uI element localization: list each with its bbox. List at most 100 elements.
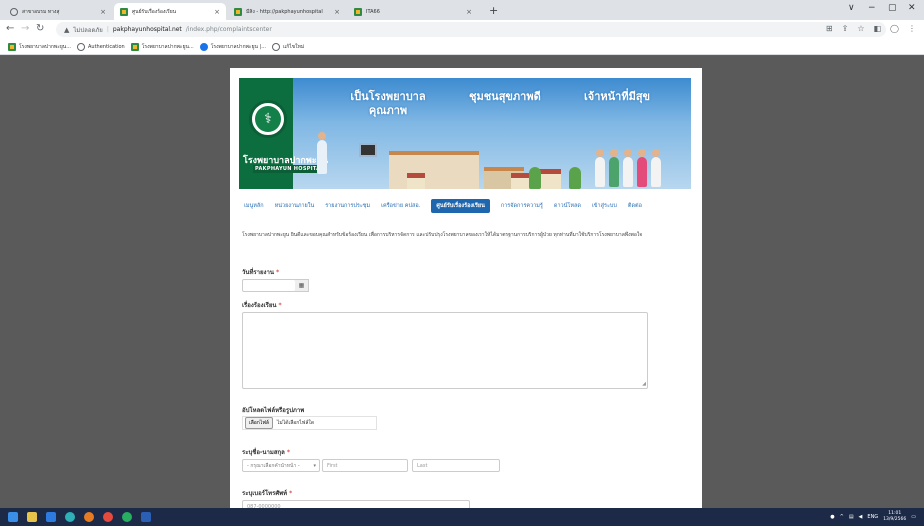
menu-item-knowledge[interactable]: การจัดการความรู้: [501, 202, 543, 210]
tree-illustration: [569, 167, 581, 189]
doctor-illustration: [623, 149, 633, 187]
house-illustration: [539, 169, 561, 189]
maximize-icon[interactable]: ▢: [888, 3, 897, 13]
menu-item-downloads[interactable]: ดาวน์โหลด: [554, 202, 581, 210]
calendar-icon[interactable]: ▦: [295, 279, 309, 292]
back-icon[interactable]: ←: [6, 23, 14, 34]
system-tray: ● ^ ▤ ◀ ENG 11:01 13/9/2566 ▭: [830, 511, 916, 523]
reload-icon[interactable]: ↻: [36, 23, 44, 34]
content-card: ⚕ โรงพยาบาลปากพะยูน PAKPHAYUN HOSPITAL เ…: [230, 68, 702, 508]
menu-item-departments[interactable]: หน่วยงานภายใน: [275, 202, 315, 210]
doctor-illustration: [317, 132, 327, 174]
close-window-icon[interactable]: ✕: [908, 3, 916, 13]
hospital-logo-icon: [234, 7, 242, 16]
resize-grip-icon[interactable]: ◢: [642, 381, 646, 387]
notification-icon[interactable]: ▭: [911, 514, 916, 520]
start-icon[interactable]: [8, 512, 18, 522]
last-name-input[interactable]: Last: [412, 459, 500, 472]
complaint-label: เรื่องร้องเรียน *: [242, 302, 282, 309]
bookmark-item[interactable]: Authentication: [77, 42, 125, 51]
store-icon[interactable]: [46, 512, 56, 522]
prefix-select[interactable]: - กรุณาเลือกคำนำหน้า - ▾: [242, 459, 320, 472]
file-upload: เลือกไฟล์ ไม่ได้เลือกไฟล์ใด: [242, 416, 377, 430]
bookmark-label: แก้ไขใหม่: [283, 43, 305, 50]
forward-icon[interactable]: →: [21, 23, 29, 34]
browser-tab[interactable]: สาขาอบรม ทางสุ ×: [4, 3, 112, 20]
tab-title: ITA66: [366, 8, 380, 15]
file-status: ไม่ได้เลือกไฟล์ใด: [276, 420, 315, 426]
hospital-banner: ⚕ โรงพยาบาลปากพะยูน PAKPHAYUN HOSPITAL เ…: [239, 78, 691, 189]
menu-item-meetings[interactable]: รายงานการประชุม: [325, 202, 370, 210]
complaint-textarea[interactable]: ◢: [242, 312, 648, 389]
bookmark-item[interactable]: โรงพยาบาลปากพะยูน...: [8, 42, 71, 51]
close-tab-icon[interactable]: ×: [100, 8, 106, 16]
main-menu: เมนูหลัก หน่วยงานภายใน รายงานการประชุม เ…: [239, 199, 691, 213]
date-input[interactable]: [242, 279, 296, 292]
windows-taskbar: ● ^ ▤ ◀ ENG 11:01 13/9/2566 ▭: [0, 508, 924, 526]
new-tab-button[interactable]: +: [489, 4, 498, 17]
bookmarks-bar: โรงพยาบาลปากพะยูน... Authentication โรงพ…: [0, 39, 924, 55]
language-indicator[interactable]: ENG: [867, 514, 878, 520]
close-tab-icon[interactable]: ×: [466, 8, 472, 16]
chevron-down-icon: ▾: [313, 462, 316, 469]
chevron-up-icon[interactable]: ^: [840, 514, 844, 520]
bookmark-star-icon[interactable]: ☆: [857, 24, 864, 33]
choose-file-button[interactable]: เลือกไฟล์: [245, 417, 273, 429]
browser-tab[interactable]: ITA66 ×: [348, 3, 478, 20]
edge-icon[interactable]: [65, 512, 75, 522]
file-explorer-icon[interactable]: [27, 512, 37, 522]
hospital-name-en: PAKPHAYUN HOSPITAL: [253, 165, 326, 173]
share-icon[interactable]: ⇪: [842, 24, 849, 33]
firefox-icon[interactable]: [84, 512, 94, 522]
page-viewport: ⚕ โรงพยาบาลปากพะยูน PAKPHAYUN HOSPITAL เ…: [0, 56, 924, 508]
clock[interactable]: 11:01 13/9/2566: [883, 511, 906, 523]
warning-icon[interactable]: ▲: [64, 26, 69, 34]
tab-search-icon[interactable]: ∨: [848, 3, 855, 13]
slogan-2: ชุมชนสุขภาพดี: [469, 90, 541, 103]
house-illustration: [511, 173, 529, 189]
bookmark-label: Authentication: [88, 43, 125, 50]
close-tab-icon[interactable]: ×: [334, 8, 340, 16]
minimize-icon[interactable]: −: [868, 3, 876, 13]
menu-item-complaints[interactable]: ศูนย์รับเรื่องร้องเรียน: [431, 199, 490, 213]
line-icon[interactable]: [122, 512, 132, 522]
network-icon[interactable]: ▤: [849, 514, 854, 520]
globe-icon: [77, 42, 85, 51]
translate-icon[interactable]: ⊞: [826, 24, 833, 33]
url-host: pakphayunhospital.net: [112, 26, 182, 33]
url-path: /index.php/complaintscenter: [185, 26, 272, 33]
bookmark-label: โรงพยาบาลปากพะยูน...: [141, 43, 194, 50]
hospital-logo-icon: [8, 42, 16, 51]
bookmark-label: โรงพยาบาลปากพะยูน...: [19, 43, 71, 50]
bookmark-item[interactable]: โรงพยาบาลปากพะยูน |...: [199, 42, 266, 51]
tree-illustration: [529, 167, 541, 189]
menu-item-home[interactable]: เมนูหลัก: [244, 202, 264, 210]
house-illustration: [407, 173, 425, 189]
hospital-logo-icon: [130, 42, 139, 51]
close-tab-icon[interactable]: ×: [214, 8, 220, 16]
menu-item-network[interactable]: เครือข่าย คปสอ.: [381, 202, 420, 210]
bookmark-item[interactable]: โรงพยาบาลปากพะยูน...: [130, 42, 194, 51]
phone-input[interactable]: 087-0000000: [242, 500, 470, 508]
profile-icon[interactable]: ◯: [890, 24, 899, 33]
chrome-icon[interactable]: [103, 512, 113, 522]
browser-tab[interactable]: มีสิง - http://pakphayunhospital ×: [228, 3, 346, 20]
nurse-illustration: [637, 149, 647, 187]
browser-tab-active[interactable]: ศูนย์รับเรื่องร้องเรียน ×: [114, 3, 226, 20]
bookmark-item[interactable]: แก้ไขใหม่: [272, 42, 305, 51]
menu-dots-icon[interactable]: ⋮: [908, 24, 916, 33]
sidepanel-icon[interactable]: ◧: [873, 24, 881, 33]
slogan-1: เป็นโรงพยาบาลคุณภาพ: [350, 90, 426, 117]
menu-item-login[interactable]: เข้าสู่ระบบ: [592, 202, 617, 210]
word-icon[interactable]: [141, 512, 151, 522]
doctor-illustration: [595, 149, 605, 187]
date-label: วันที่รายงาน *: [242, 269, 280, 276]
tray-icon[interactable]: ●: [830, 514, 834, 520]
globe-icon: [10, 7, 18, 16]
toolbar-icons: ⊞ ⇪ ☆ ◧ ◯ ⋮: [826, 24, 916, 33]
menu-item-contact[interactable]: ติดต่อ: [628, 202, 642, 210]
bookmark-label: โรงพยาบาลปากพะยูน |...: [210, 43, 266, 50]
first-name-input[interactable]: First: [322, 459, 408, 472]
address-bar[interactable]: ▲ ไม่ปลอดภัย | pakphayunhospital.net/ind…: [56, 22, 886, 37]
volume-icon[interactable]: ◀: [859, 514, 863, 520]
